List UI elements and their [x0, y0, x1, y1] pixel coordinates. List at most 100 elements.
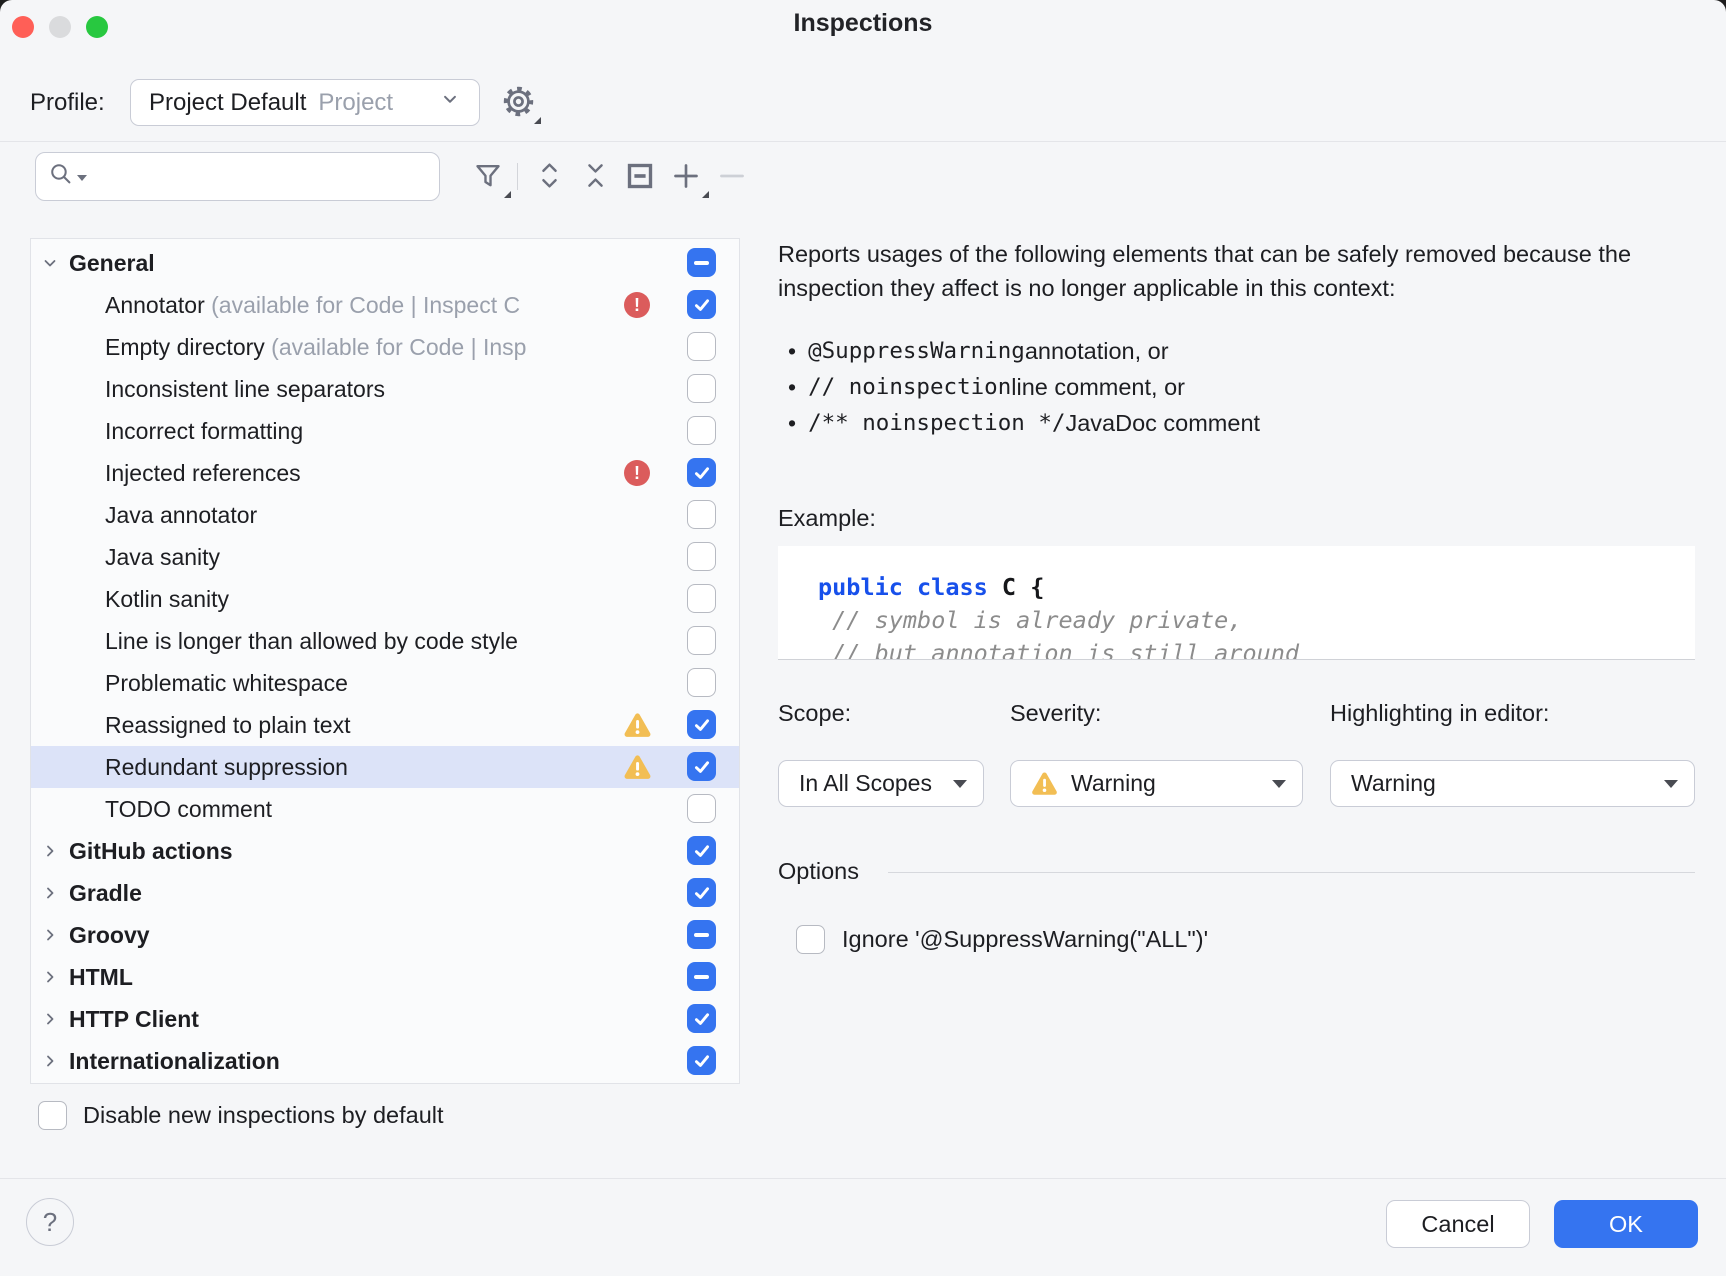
tree-item-label: General	[69, 242, 617, 284]
severity-badge-slot	[619, 585, 655, 613]
tree-item-checkbox-checked[interactable]	[687, 878, 716, 907]
bullet-item: •// noinspection line comment, or	[788, 369, 1260, 405]
dropdown-corner-icon	[504, 191, 511, 198]
ok-button[interactable]: OK	[1554, 1200, 1698, 1248]
checkbox-unchecked[interactable]	[796, 925, 825, 954]
tree-item-checkbox-unchecked[interactable]	[687, 542, 716, 571]
severity-badge-slot: !	[619, 291, 655, 319]
dropdown-arrow-icon	[953, 780, 967, 788]
severity-badge-slot	[619, 501, 655, 529]
tree-item-checkbox-checked[interactable]	[687, 752, 716, 781]
severity-badge-slot	[619, 921, 655, 949]
filter-button[interactable]	[470, 160, 506, 196]
chevron-down-icon	[439, 88, 461, 117]
tree-item-checkbox-unchecked[interactable]	[687, 416, 716, 445]
tree-row-line-is-longer-than-allowed-by-code-style[interactable]: Line is longer than allowed by code styl…	[31, 620, 739, 662]
tree-item-label: HTML	[69, 956, 617, 998]
tree-item-checkbox-unchecked[interactable]	[687, 332, 716, 361]
tree-item-checkbox-unchecked[interactable]	[687, 374, 716, 403]
tree-item-checkbox-indeterminate[interactable]	[687, 248, 716, 277]
tree-item-checkbox-unchecked[interactable]	[687, 626, 716, 655]
tree-row-internationalization[interactable]: Internationalization	[31, 1040, 739, 1082]
chevron-right-icon[interactable]	[39, 966, 61, 994]
tree-item-label: TODO comment	[105, 788, 617, 830]
tree-item-checkbox-indeterminate[interactable]	[687, 920, 716, 949]
tree-row-todo-comment[interactable]: TODO comment	[31, 788, 739, 830]
tree-item-checkbox-checked[interactable]	[687, 836, 716, 865]
search-input[interactable]	[35, 152, 440, 201]
highlighting-dropdown[interactable]: Warning	[1330, 760, 1695, 807]
chevron-right-icon[interactable]	[39, 840, 61, 868]
tree-item-checkbox-indeterminate[interactable]	[687, 962, 716, 991]
tree-item-label: Incorrect formatting	[105, 410, 617, 452]
tree-row-reassigned-to-plain-text[interactable]: Reassigned to plain text	[31, 704, 739, 746]
checkbox-unchecked[interactable]	[38, 1101, 67, 1130]
tree-row-java-sanity[interactable]: Java sanity	[31, 536, 739, 578]
tree-item-checkbox-unchecked[interactable]	[687, 584, 716, 613]
severity-badge-slot	[619, 417, 655, 445]
cancel-button[interactable]: Cancel	[1386, 1200, 1530, 1248]
severity-dropdown[interactable]: Warning	[1010, 760, 1303, 807]
bullet-item: •/** noinspection */ JavaDoc comment	[788, 405, 1260, 441]
chevron-right-icon[interactable]	[39, 924, 61, 952]
remove-icon	[718, 162, 746, 195]
tree-item-checkbox-checked[interactable]	[687, 1004, 716, 1033]
ignore-suppresswarning-option[interactable]: Ignore '@SuppressWarning("ALL")'	[796, 925, 1208, 954]
severity-badge-slot	[619, 879, 655, 907]
profile-scope: Project	[318, 89, 393, 117]
tree-row-groovy[interactable]: Groovy	[31, 914, 739, 956]
error-icon: !	[624, 292, 650, 318]
tree-row-annotator[interactable]: Annotator (available for Code | Inspect …	[31, 284, 739, 326]
severity-badge-slot	[619, 753, 655, 781]
remove-inspection-button[interactable]	[714, 160, 750, 196]
tree-row-kotlin-sanity[interactable]: Kotlin sanity	[31, 578, 739, 620]
tree-row-empty-directory[interactable]: Empty directory (available for Code | In…	[31, 326, 739, 368]
tree-item-label: Injected references	[105, 452, 617, 494]
tree-item-checkbox-checked[interactable]	[687, 458, 716, 487]
tree-row-injected-references[interactable]: Injected references!	[31, 452, 739, 494]
chevron-right-icon[interactable]	[39, 1008, 61, 1036]
disable-inspection-button[interactable]	[622, 160, 658, 196]
collapse-all-button[interactable]	[577, 160, 613, 196]
code-line: // symbol is already private,	[818, 604, 1695, 637]
scope-dropdown[interactable]: In All Scopes	[778, 760, 984, 807]
tree-row-http-client[interactable]: HTTP Client	[31, 998, 739, 1040]
question-mark-icon: ?	[43, 1207, 57, 1238]
search-options-caret-icon[interactable]	[77, 175, 87, 181]
severity-badge-slot	[619, 669, 655, 697]
tree-item-label: Gradle	[69, 872, 617, 914]
tree-item-checkbox-checked[interactable]	[687, 710, 716, 739]
profile-select[interactable]: Project Default Project	[130, 79, 480, 126]
tree-item-checkbox-checked[interactable]	[687, 290, 716, 319]
expand-all-button[interactable]	[531, 160, 567, 196]
tree-row-problematic-whitespace[interactable]: Problematic whitespace	[31, 662, 739, 704]
chevron-right-icon[interactable]	[39, 1050, 61, 1078]
tree-row-redundant-suppression[interactable]: Redundant suppression	[31, 746, 739, 788]
tree-item-checkbox-checked[interactable]	[687, 1046, 716, 1075]
warning-icon	[623, 712, 652, 738]
tree-row-inconsistent-line-separators[interactable]: Inconsistent line separators	[31, 368, 739, 410]
tree-row-general[interactable]: General	[31, 242, 739, 284]
tree-row-incorrect-formatting[interactable]: Incorrect formatting	[31, 410, 739, 452]
collapse-all-icon	[582, 162, 609, 194]
chevron-right-icon[interactable]	[39, 882, 61, 910]
profile-settings-button[interactable]	[500, 86, 536, 122]
severity-badge-slot	[619, 627, 655, 655]
tree-item-suffix: (available for Code | Inspect C	[205, 292, 520, 318]
tree-item-label: Java annotator	[105, 494, 617, 536]
tree-row-java-annotator[interactable]: Java annotator	[31, 494, 739, 536]
add-inspection-button[interactable]	[668, 160, 704, 196]
tree-item-checkbox-unchecked[interactable]	[687, 668, 716, 697]
severity-badge-slot	[619, 837, 655, 865]
tree-row-html[interactable]: HTML	[31, 956, 739, 998]
severity-badge-slot	[619, 249, 655, 277]
tree-item-checkbox-unchecked[interactable]	[687, 500, 716, 529]
tree-row-github-actions[interactable]: GitHub actions	[31, 830, 739, 872]
chevron-down-icon[interactable]	[39, 252, 61, 280]
tree-row-gradle[interactable]: Gradle	[31, 872, 739, 914]
disable-new-inspections-option[interactable]: Disable new inspections by default	[38, 1101, 444, 1130]
help-button[interactable]: ?	[26, 1198, 74, 1246]
warning-icon	[623, 754, 652, 780]
tree-item-label: Annotator (available for Code | Inspect …	[105, 284, 617, 326]
tree-item-checkbox-unchecked[interactable]	[687, 794, 716, 823]
